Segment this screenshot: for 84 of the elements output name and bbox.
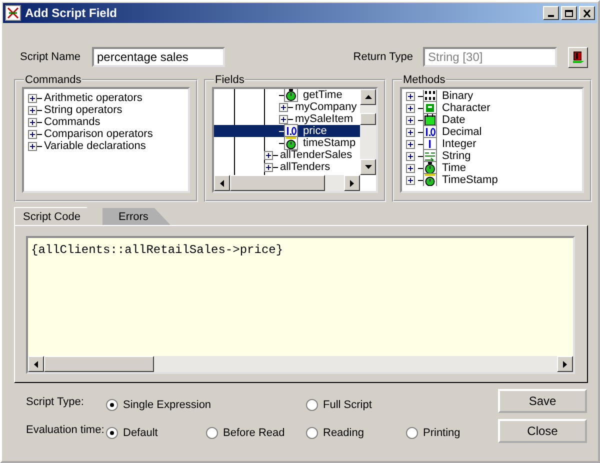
integer-icon <box>423 137 437 151</box>
radio-label[interactable]: Single Expression <box>123 398 212 412</box>
expand-icon[interactable] <box>406 176 415 184</box>
dialog-button[interactable]: Close <box>498 419 587 443</box>
tree-item[interactable]: String operators <box>28 104 186 116</box>
close-button[interactable] <box>579 6 595 20</box>
expand-icon[interactable] <box>406 164 415 172</box>
expand-icon[interactable] <box>279 114 288 124</box>
radio-label[interactable]: Printing <box>423 426 460 440</box>
radio-button[interactable] <box>206 426 218 439</box>
group-title: Fields <box>214 74 246 86</box>
tree-item[interactable]: getTime <box>214 89 360 101</box>
expand-icon[interactable] <box>406 128 415 136</box>
scroll-thumb[interactable] <box>230 175 325 191</box>
expand-icon[interactable] <box>406 92 415 100</box>
stopwatch-icon <box>284 136 298 150</box>
field-label: Script Name <box>20 51 82 63</box>
left-arrow-icon <box>34 360 38 368</box>
expand-icon[interactable] <box>264 150 273 160</box>
scroll-thumb[interactable] <box>360 113 376 125</box>
decimal-icon <box>423 125 437 139</box>
character-icon <box>423 101 437 115</box>
code-editor[interactable]: {allClients::allRetailSales->price} <box>26 236 575 374</box>
radio-button[interactable] <box>106 399 118 412</box>
tree-item[interactable]: Commands <box>28 116 186 128</box>
type-picker-button[interactable] <box>568 46 588 68</box>
stopwatch-icon <box>423 173 437 186</box>
expand-icon[interactable] <box>406 140 415 148</box>
group-title: Methods <box>402 74 446 86</box>
group-title: Commands <box>24 74 82 86</box>
tab[interactable]: Errors <box>102 208 170 225</box>
expand-icon[interactable] <box>28 142 37 150</box>
option-label: Evaluation time: <box>25 422 106 438</box>
tree-item[interactable]: timeStamp <box>214 137 360 149</box>
up-arrow-icon <box>364 95 372 99</box>
string-icon <box>423 149 437 163</box>
option-label: Script Type: <box>25 395 85 410</box>
radio-label[interactable]: Default <box>123 426 158 440</box>
radio-button[interactable] <box>406 426 418 439</box>
script-name-field[interactable]: percentage sales <box>92 47 225 67</box>
expand-icon[interactable] <box>406 116 415 124</box>
radio-label[interactable]: Before Read <box>223 426 285 440</box>
down-arrow-icon <box>364 165 372 169</box>
radio-button[interactable] <box>306 426 318 439</box>
radio-button[interactable] <box>106 426 118 439</box>
tree-item[interactable]: allTenders <box>214 161 360 173</box>
calendar-icon <box>423 113 437 127</box>
maximize-button[interactable] <box>561 6 577 20</box>
expand-icon[interactable] <box>406 152 415 160</box>
tree-item[interactable]: Comparison operators <box>28 128 186 140</box>
radio-label[interactable]: Reading <box>323 426 364 440</box>
minimize-button[interactable] <box>543 6 559 20</box>
tree-item[interactable]: Variable declarations <box>28 140 186 152</box>
expand-icon[interactable] <box>28 130 37 138</box>
expand-icon[interactable] <box>28 94 37 102</box>
tree-item[interactable]: mySaleItem <box>214 113 360 125</box>
horizontal-scrollbar[interactable] <box>214 175 360 191</box>
field-label: Return Type <box>353 51 413 63</box>
radio-label[interactable]: Full Script <box>323 398 372 412</box>
minimize-icon <box>548 15 554 17</box>
tree-item[interactable]: price <box>214 125 360 137</box>
horizontal-scrollbar[interactable] <box>28 356 573 372</box>
tree-item[interactable]: TimeStamp <box>406 174 578 186</box>
radio-button[interactable] <box>306 399 318 412</box>
tree-item[interactable]: allTenderSales <box>214 149 360 161</box>
maximize-icon <box>564 8 574 18</box>
expand-icon[interactable] <box>28 118 37 126</box>
close-icon <box>582 8 592 18</box>
right-arrow-icon <box>563 360 567 368</box>
expand-icon[interactable] <box>264 162 273 172</box>
window-title: Add Script Field <box>25 6 118 20</box>
decimal-icon <box>284 124 298 138</box>
book-icon <box>572 51 584 63</box>
vertical-scrollbar[interactable] <box>360 89 376 175</box>
app-icon <box>5 5 21 21</box>
expand-icon[interactable] <box>279 102 288 112</box>
dialog-button[interactable]: Save <box>498 389 587 413</box>
right-arrow-icon <box>350 180 354 186</box>
left-arrow-icon <box>220 180 224 186</box>
expand-icon[interactable] <box>406 104 415 112</box>
tree-item[interactable]: myCompany <box>214 101 360 113</box>
expand-icon[interactable] <box>28 106 37 114</box>
tree-item[interactable]: Arithmetic operators <box>28 92 186 104</box>
scroll-thumb[interactable] <box>44 356 154 372</box>
